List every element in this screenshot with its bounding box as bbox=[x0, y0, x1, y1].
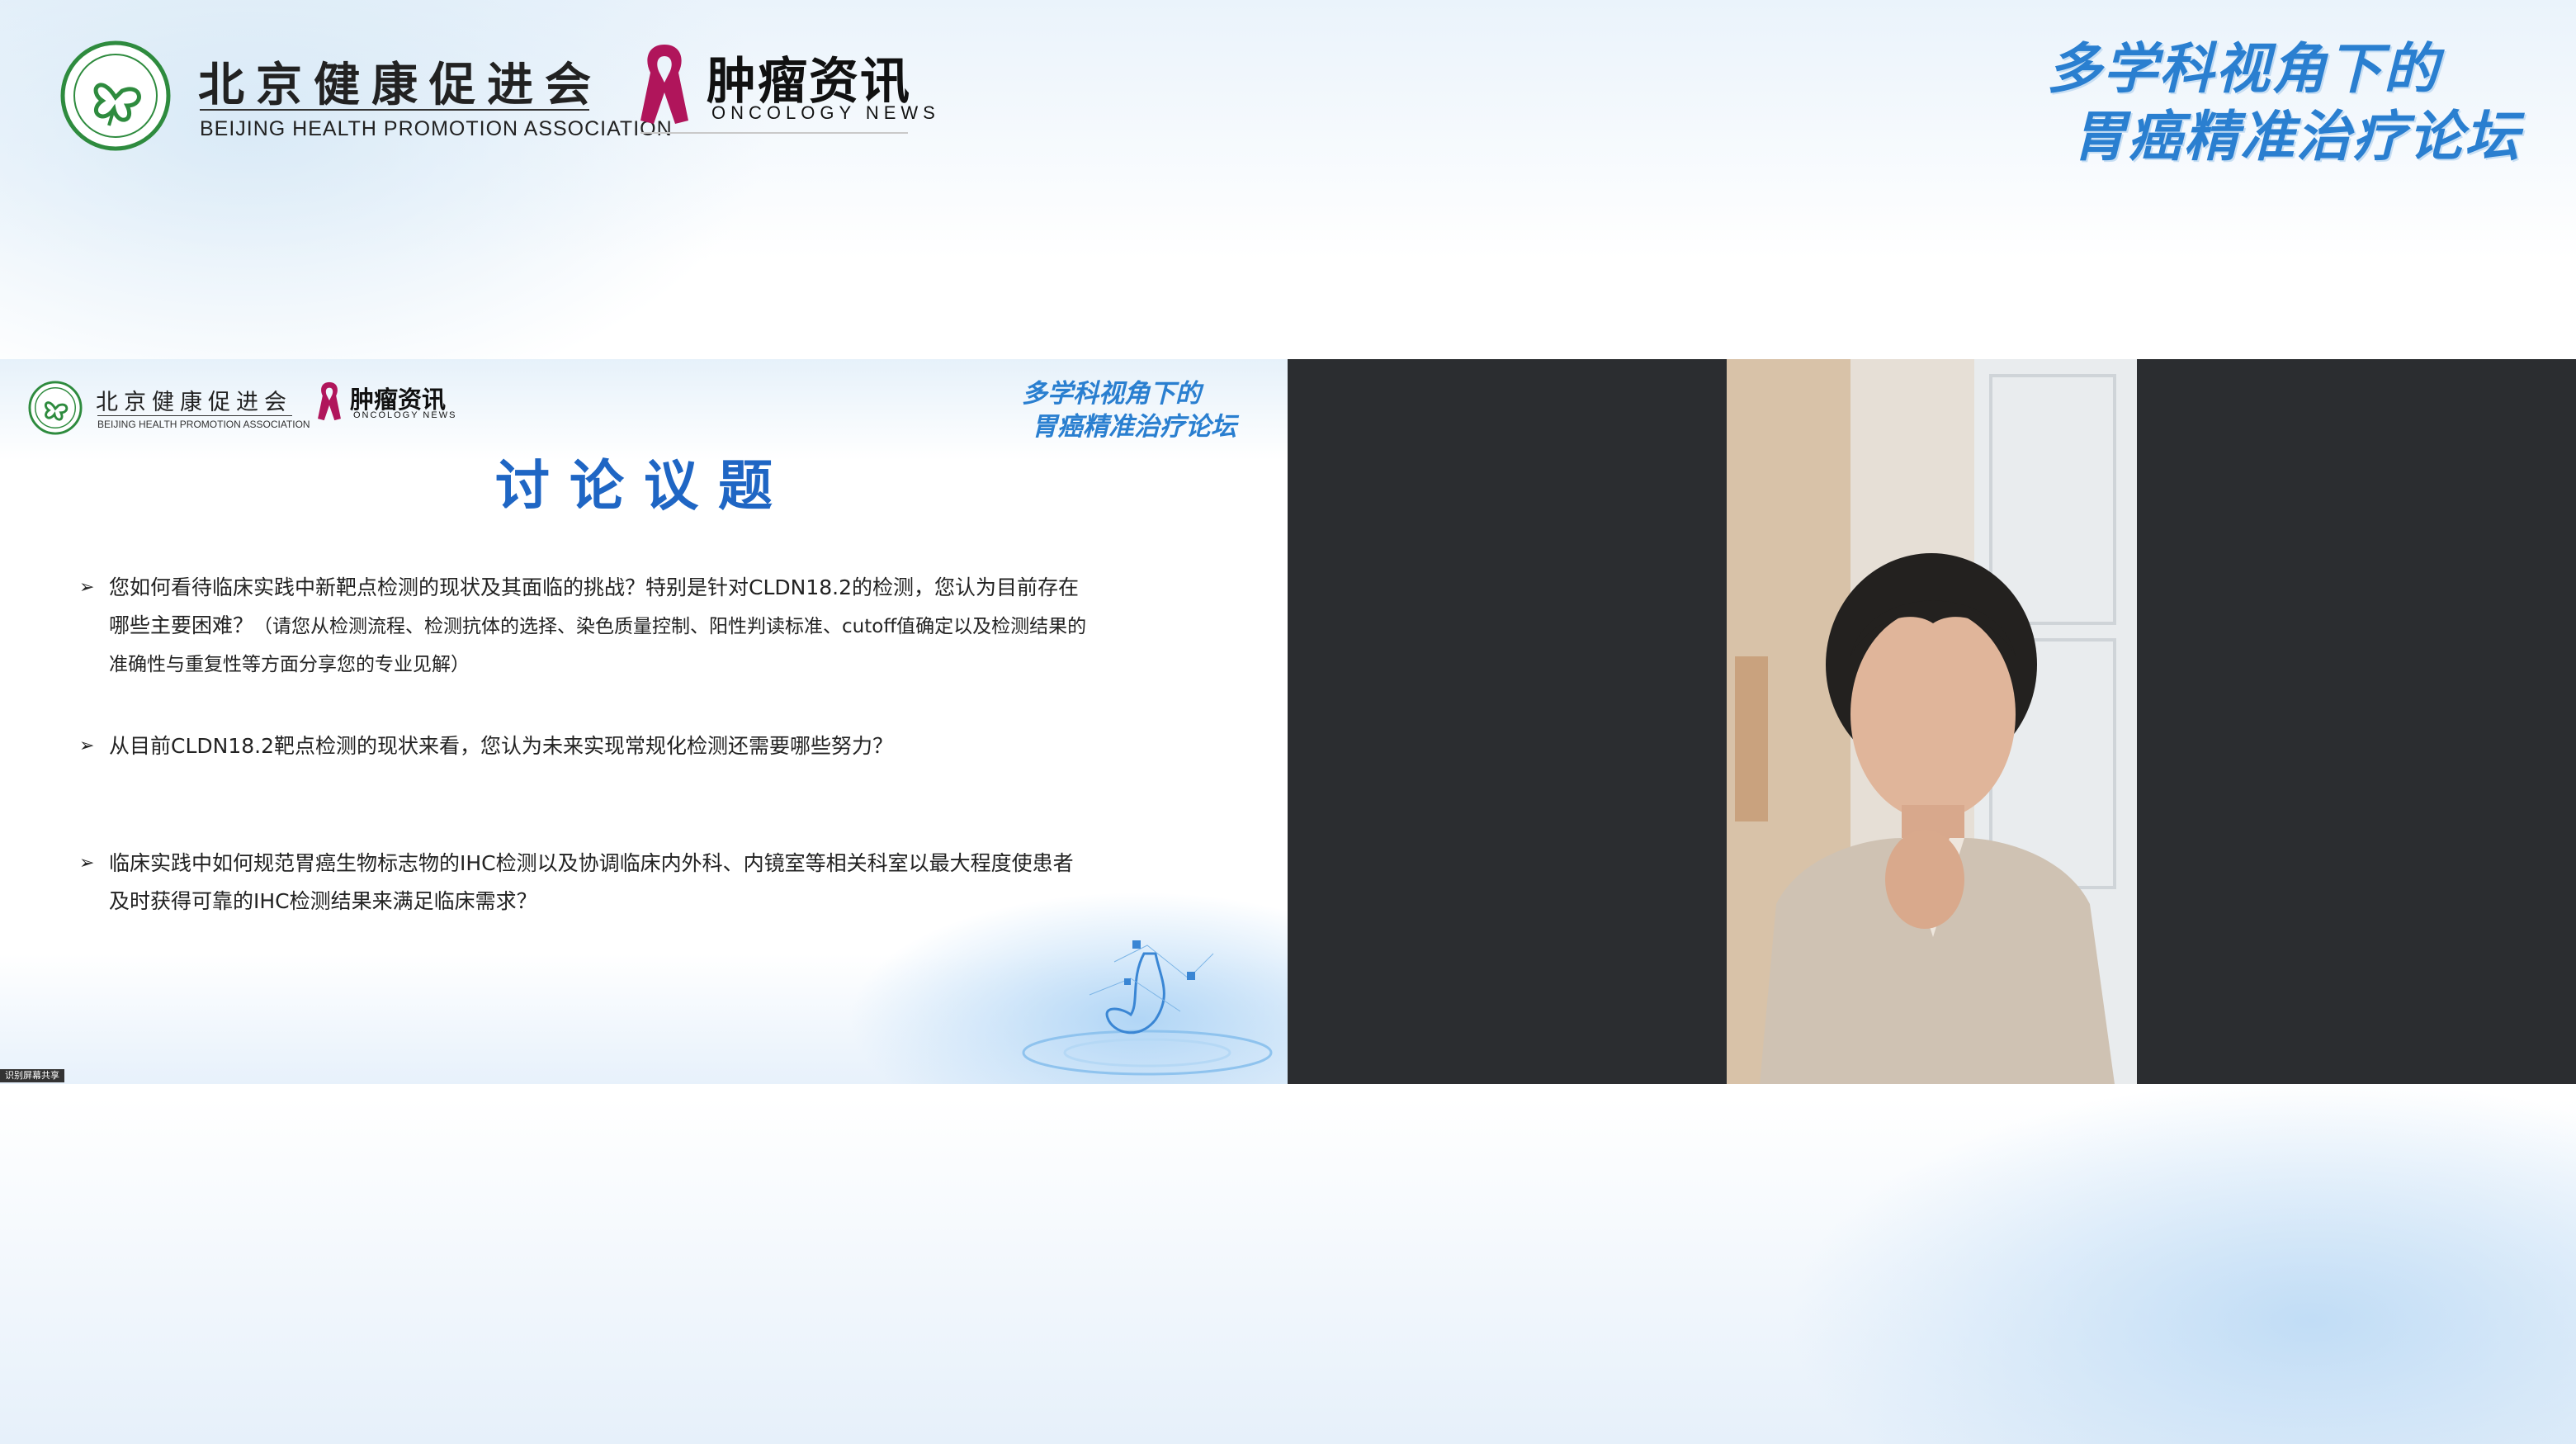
shared-slide: 北京健康促进会 BEIJING HEALTH PROMOTION ASSOCIA… bbox=[0, 359, 1288, 1084]
slide-association-name-cn: 北京健康促进会 bbox=[96, 390, 292, 415]
discussion-question: ➢ 临床实践中如何规范胃癌生物标志物的IHC检测以及协调临床内外科、内镜室等相关… bbox=[79, 845, 1182, 921]
discussion-question: ➢ 您如何看待临床实践中新靶点检测的现状及其面临的挑战？特别是针对CLDN18.… bbox=[79, 569, 1182, 684]
oncology-underline bbox=[640, 132, 908, 134]
ribbon-logo-icon bbox=[636, 41, 693, 127]
slide-forum-line1: 多学科视角下的 bbox=[1022, 379, 1201, 409]
oncology-news-en: ONCOLOGY NEWS bbox=[711, 102, 940, 123]
association-name-cn: 北京健康促进会 bbox=[198, 59, 603, 112]
question-text: 临床实践中如何规范胃癌生物标志物的IHC检测以及协调临床内外科、内镜室等相关科室… bbox=[109, 851, 1074, 875]
bullet-arrow-icon: ➢ bbox=[79, 577, 95, 598]
screen-share-badge: 识别屏幕共享 bbox=[0, 1069, 64, 1082]
slide-forum-line2: 胃癌精准治疗论坛 bbox=[1032, 412, 1236, 442]
speaker-camera-feed bbox=[1727, 359, 2137, 1084]
association-logo bbox=[59, 40, 172, 152]
question-text: 您如何看待临床实践中新靶点检测的现状及其面临的挑战？特别是针对CLDN18.2的… bbox=[109, 575, 1080, 599]
question-hint: 准确性与重复性等方面分享您的专业见解） bbox=[109, 654, 470, 675]
slide-ribbon-icon bbox=[315, 381, 343, 422]
question-text: 从目前CLDN18.2靶点检测的现状来看，您认为未来实现常规化检测还需要哪些努力… bbox=[109, 734, 894, 758]
header-divider bbox=[200, 109, 589, 111]
slide-oncology-news-en: ONCOLOGY NEWS bbox=[353, 410, 457, 420]
question-text: 及时获得可靠的IHC检测结果来满足临床需求？ bbox=[109, 889, 537, 913]
discussion-question: ➢ 从目前CLDN18.2靶点检测的现状来看，您认为未来实现常规化检测还需要哪些… bbox=[79, 727, 1182, 765]
question-text: 哪些主要困难？ bbox=[109, 613, 254, 637]
slide-title: 讨论议题 bbox=[495, 454, 792, 518]
question-hint: （请您从检测流程、检测抗体的选择、染色质量控制、阳性判读标准、cutoff值确定… bbox=[253, 616, 1087, 637]
stomach-decoration-icon bbox=[1015, 929, 1279, 1077]
forum-title-line2: 胃癌精准治疗论坛 bbox=[2072, 105, 2521, 168]
association-name-en: BEIJING HEALTH PROMOTION ASSOCIATION bbox=[200, 117, 673, 140]
slide-association-name-en: BEIJING HEALTH PROMOTION ASSOCIATION bbox=[97, 419, 310, 430]
bullet-arrow-icon: ➢ bbox=[79, 736, 95, 756]
bullet-arrow-icon: ➢ bbox=[79, 853, 95, 874]
slide-header-divider bbox=[97, 415, 292, 416]
slide-association-logo bbox=[28, 381, 83, 435]
